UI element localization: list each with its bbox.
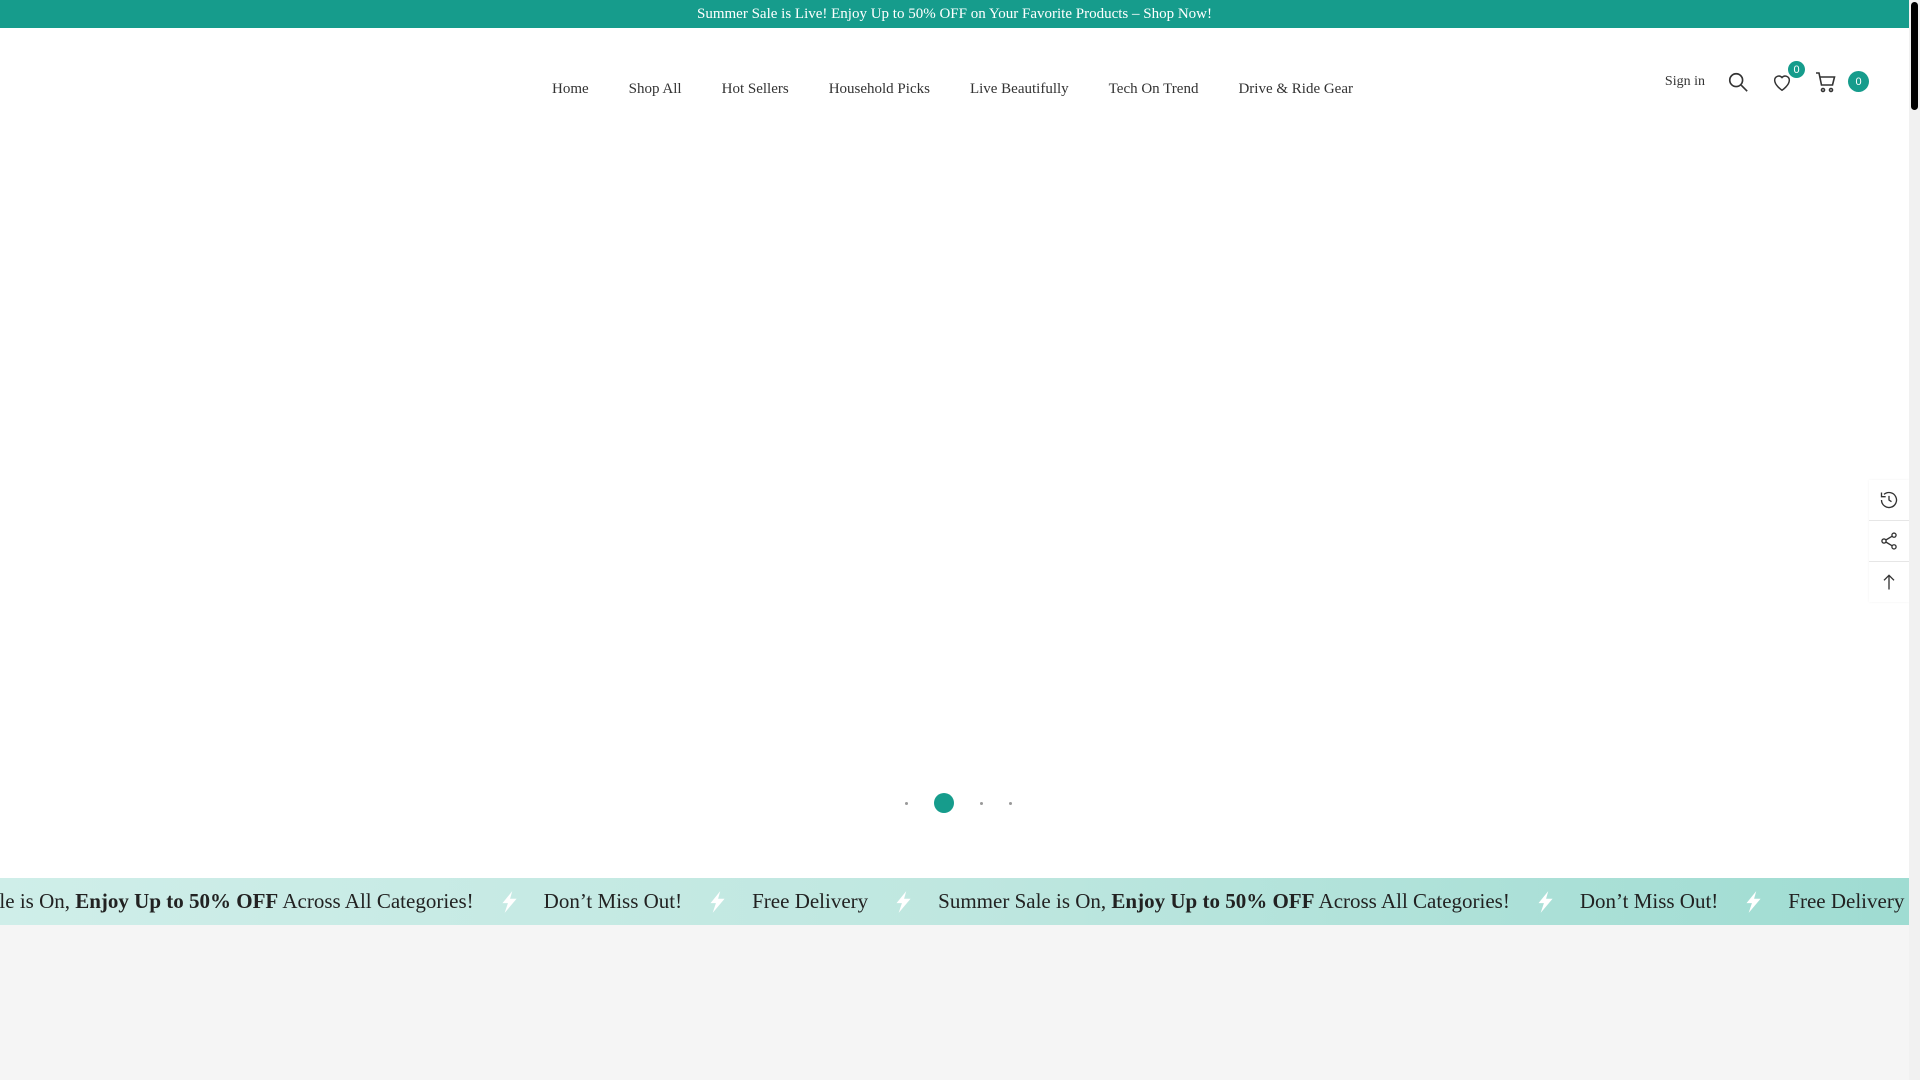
site-header: Home Shop All Hot Sellers Household Picks Li… [0,28,1909,133]
recently-viewed-button[interactable] [1869,480,1909,521]
lightning-bolt-icon [1740,889,1766,915]
wishlist-count-badge: 0 [1788,61,1805,78]
search-button[interactable] [1725,69,1751,95]
nav-list: Home Shop All Hot Sellers Household Picks Li… [552,81,1353,98]
marquee-text-pre: Don’t Miss Out! [1579,889,1719,913]
marquee-track: Summer Sale is On, Enjoy Up to 50% OFF A… [0,878,1909,925]
marquee-item: Free Delivery [1766,889,1909,915]
nav-item-household-picks[interactable]: Household Picks [829,81,930,98]
promo-marquee: Summer Sale is On, Enjoy Up to 50% OFF A… [0,878,1909,925]
marquee-text-pre: Free Delivery [752,889,869,913]
marquee-text-bold: Enjoy Up to 50% OFF [75,889,279,913]
share-button[interactable] [1869,521,1909,562]
marquee-text: Free Delivery [1788,889,1904,914]
page: Summer Sale is Live! Enjoy Up to 50% OFF… [0,0,1909,1080]
slider-dot-3[interactable] [980,801,983,805]
announcement-bar[interactable]: Summer Sale is Live! Enjoy Up to 50% OFF… [0,0,1909,28]
content-section [0,925,1909,1080]
search-icon [1728,72,1748,92]
nav-item-tech-on-trend[interactable]: Tech On Trend [1109,81,1199,98]
marquee-text: Don’t Miss Out! [1580,889,1718,914]
marquee-text: Free Delivery [752,889,868,914]
share-icon [1881,532,1897,550]
lightning-bolt-icon [1532,889,1558,915]
slider-dot-4[interactable] [1009,801,1012,805]
header-actions: Sign in 0 0 [1665,61,1869,102]
nav-item-hot-sellers[interactable]: Hot Sellers [722,81,789,98]
nav-item-drive-ride-gear[interactable]: Drive & Ride Gear [1238,81,1353,98]
cart-count-badge: 0 [1848,71,1869,92]
nav-item-home[interactable]: Home [552,81,589,98]
marquee-text: Summer Sale is On, Enjoy Up to 50% OFF A… [938,889,1510,914]
sign-in-link[interactable]: Sign in [1665,74,1705,90]
marquee-item: Free Delivery [730,889,916,915]
marquee-text-post: Across All Categories! [278,889,474,913]
hero-slider[interactable] [0,133,1909,878]
lightning-bolt-icon [496,889,522,915]
nav-item-live-beautifully[interactable]: Live Beautifully [970,81,1069,98]
back-to-top-button[interactable] [1869,562,1909,602]
floating-toolbar [1869,480,1909,602]
arrow-up-icon [1883,574,1895,590]
history-icon [1880,491,1898,509]
scrollbar-thumb[interactable] [1911,2,1918,110]
cart-button[interactable]: 0 [1813,69,1869,95]
marquee-text-pre: Summer Sale is On, [938,889,1112,913]
marquee-text: Don’t Miss Out! [544,889,682,914]
marquee-text: Summer Sale is On, Enjoy Up to 50% OFF A… [0,889,474,914]
slider-dot-1[interactable] [905,801,908,805]
marquee-item: Summer Sale is On, Enjoy Up to 50% OFF A… [0,889,522,915]
lightning-bolt-icon [704,889,730,915]
marquee-text-pre: Don’t Miss Out! [543,889,683,913]
cart-icon [1816,72,1836,93]
marquee-item: Don’t Miss Out! [1558,889,1766,915]
page-scrollbar[interactable] [1909,0,1920,1080]
main-nav: Home Shop All Hot Sellers Household Picks Li… [0,69,1909,109]
slider-dot-2[interactable] [934,793,954,813]
marquee-item: Summer Sale is On, Enjoy Up to 50% OFF A… [916,889,1558,915]
marquee-text-post: Across All Categories! [1314,889,1510,913]
marquee-text-pre: Free Delivery [1788,889,1905,913]
nav-item-shop-all[interactable]: Shop All [629,81,682,98]
slider-pagination [905,793,1012,813]
marquee-text-pre: Summer Sale is On, [0,889,70,913]
lightning-bolt-icon [890,889,916,915]
wishlist-button[interactable]: 0 [1769,61,1805,95]
announcement-text[interactable]: Summer Sale is Live! Enjoy Up to 50% OFF… [697,6,1212,23]
marquee-item: Don’t Miss Out! [522,889,730,915]
marquee-text-bold: Enjoy Up to 50% OFF [1111,889,1315,913]
